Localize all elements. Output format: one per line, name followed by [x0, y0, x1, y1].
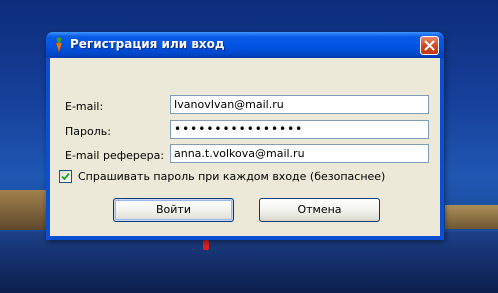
dialog-title: Регистрация или вход: [70, 37, 225, 51]
background-water: [0, 232, 498, 293]
login-dialog: Регистрация или вход E-mail: IvanovIvan@…: [46, 32, 444, 240]
close-icon: [424, 40, 435, 51]
email-label: E-mail:: [65, 100, 104, 113]
referrer-email-label: E-mail реферера:: [65, 149, 165, 162]
dialog-titlebar[interactable]: Регистрация или вход: [46, 32, 444, 58]
email-field[interactable]: IvanovIvan@mail.ru: [170, 95, 429, 114]
login-button[interactable]: Войти: [113, 198, 234, 222]
background-lights-right: [445, 205, 498, 229]
close-button[interactable]: [420, 36, 439, 55]
referrer-email-field[interactable]: anna.t.volkova@mail.ru: [170, 144, 429, 163]
password-label: Пароль:: [65, 125, 111, 138]
carrot-icon: [52, 37, 66, 53]
background-buoy: [203, 240, 209, 250]
ask-password-label[interactable]: Спрашивать пароль при каждом входе (безо…: [78, 170, 385, 183]
dialog-body: E-mail: IvanovIvan@mail.ru Пароль: •••••…: [50, 58, 440, 236]
password-field[interactable]: ••••••••••••••••: [170, 120, 429, 139]
cancel-button[interactable]: Отмена: [259, 198, 380, 222]
check-icon: [61, 172, 70, 181]
ask-password-checkbox[interactable]: [59, 170, 72, 183]
